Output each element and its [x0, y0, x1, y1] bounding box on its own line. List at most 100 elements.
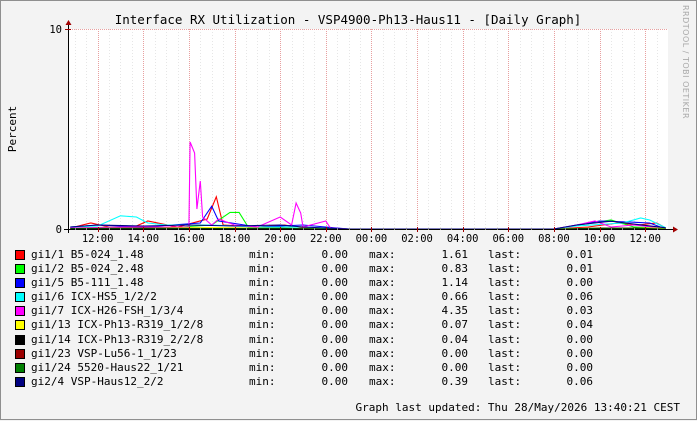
legend-swatch — [15, 292, 25, 303]
legend-max-value: 0.66 — [441, 290, 469, 304]
x-tick-label: 18:00 — [219, 233, 251, 245]
legend-max-value: 0.39 — [441, 374, 469, 388]
rrdtool-watermark: RRDTOOL / TOBI OETIKER — [681, 5, 690, 120]
legend-last-label: last: — [488, 360, 522, 374]
legend-min-label: min: — [249, 346, 276, 360]
legend-last-value: 0.00 — [566, 360, 594, 374]
legend-last-value: 0.01 — [566, 262, 594, 276]
x-tick-label: 04:00 — [447, 233, 479, 245]
legend-max-label: max: — [369, 318, 396, 332]
legend-last-label: last: — [488, 276, 522, 290]
legend-min-label: min: — [249, 304, 276, 318]
legend-min-label: min: — [249, 332, 276, 346]
legend-last-value: 0.06 — [566, 374, 594, 388]
graph-frame: Interface RX Utilization - VSP4900-Ph13-… — [0, 0, 697, 420]
legend-max-value: 0.00 — [441, 360, 469, 374]
legend-max-label: max: — [369, 276, 396, 290]
legend-last-label: last: — [488, 290, 522, 304]
legend-max-label: max: — [369, 248, 396, 261]
legend-series-name: gi1/5 B5-111_1.48 — [31, 276, 144, 290]
legend-last-label: last: — [488, 248, 522, 261]
legend-last-label: last: — [488, 304, 522, 318]
legend-series-name: gi1/24 5520-Haus22_1/21 — [31, 360, 184, 374]
legend-last-label: last: — [488, 374, 522, 388]
legend-last-value: 0.06 — [566, 290, 594, 304]
legend-max-value: 0.04 — [441, 332, 469, 346]
legend-last-label: last: — [488, 346, 522, 360]
legend-swatch — [15, 348, 25, 359]
legend-min-label: min: — [249, 318, 276, 332]
legend-swatch — [15, 320, 25, 331]
x-tick-label: 02:00 — [401, 233, 433, 245]
y-axis-label: Percent — [6, 106, 19, 152]
legend-max-label: max: — [369, 290, 396, 304]
legend-min-label: min: — [249, 360, 276, 374]
legend-last-value: 0.00 — [566, 276, 594, 290]
legend-max-label: max: — [369, 346, 396, 360]
x-tick-label: 06:00 — [492, 233, 524, 245]
legend-min-value: 0.00 — [321, 332, 349, 346]
legend-min-label: min: — [249, 248, 276, 261]
legend-min-value: 0.00 — [321, 374, 349, 388]
legend-max-value: 0.83 — [441, 262, 469, 276]
legend-last-value: 0.04 — [566, 318, 594, 332]
legend-series-name: gi1/2 B5-024_2.48 — [31, 262, 144, 276]
legend-min-label: min: — [249, 290, 276, 304]
x-tick-label: 12:00 — [82, 233, 114, 245]
legend-min-label: min: — [249, 276, 276, 290]
legend-series-name: gi1/13 ICX-Ph13-R319_1/2/8 — [31, 318, 204, 332]
y-axis-arrow — [65, 20, 72, 25]
legend-min-value: 0.00 — [321, 318, 349, 332]
legend-last-label: last: — [488, 318, 522, 332]
legend-min-value: 0.00 — [321, 290, 349, 304]
legend-swatch — [15, 250, 25, 260]
legend-last-value: 0.03 — [566, 304, 594, 318]
legend-series-name: gi1/7 ICX-H26-FSH_1/3/4 — [31, 304, 184, 318]
legend-max-value: 1.14 — [441, 276, 469, 290]
x-tick-label: 08:00 — [538, 233, 570, 245]
x-tick-label: 22:00 — [310, 233, 342, 245]
x-tick-label: 00:00 — [356, 233, 388, 245]
legend-min-label: min: — [249, 262, 276, 276]
legend-max-label: max: — [369, 360, 396, 374]
legend-max-label: max: — [369, 374, 396, 388]
x-tick-label: 20:00 — [264, 233, 296, 245]
legend-min-value: 0.00 — [321, 248, 349, 261]
x-tick-label: 16:00 — [173, 233, 205, 245]
legend-swatch — [15, 362, 25, 373]
legend-last-label: last: — [488, 262, 522, 276]
legend-max-label: max: — [369, 262, 396, 276]
y-tick-label: 0 — [56, 224, 62, 236]
legend-swatch — [15, 376, 25, 387]
chart-title: Interface RX Utilization - VSP4900-Ph13-… — [115, 12, 582, 27]
legend-last-value: 0.00 — [566, 346, 594, 360]
legend-last-value: 0.00 — [566, 332, 594, 346]
legend-swatch — [15, 264, 25, 275]
legend-series-name: gi2/4 VSP-Haus12_2/2 — [31, 374, 164, 388]
x-axis-arrow — [673, 226, 678, 233]
legend-max-value: 4.35 — [441, 304, 469, 318]
legend-swatch — [15, 306, 25, 317]
legend-swatch — [15, 334, 25, 345]
legend-max-value: 0.00 — [441, 346, 469, 360]
x-tick-label: 10:00 — [584, 233, 616, 245]
last-updated-text: Graph last updated: Thu 28/May/2026 13:4… — [355, 401, 680, 414]
legend-series-name: gi1/14 ICX-Ph13-R319_2/2/8 — [31, 332, 204, 346]
y-tick-label: 10 — [49, 24, 62, 36]
legend-max-label: max: — [369, 304, 396, 318]
legend-max-value: 1.61 — [441, 248, 469, 261]
legend-last-label: last: — [488, 332, 522, 346]
legend-series-name: gi1/1 B5-024_1.48 — [31, 248, 144, 261]
legend-swatch — [15, 278, 25, 289]
legend-min-value: 0.00 — [321, 346, 349, 360]
legend-min-value: 0.00 — [321, 304, 349, 318]
legend-max-label: max: — [369, 332, 396, 346]
legend-min-value: 0.00 — [321, 360, 349, 374]
legend-min-label: min: — [249, 374, 276, 388]
x-tick-label: 14:00 — [127, 233, 159, 245]
legend-last-value: 0.01 — [566, 248, 594, 261]
legend-max-value: 0.07 — [441, 318, 469, 332]
legend-series-name: gi1/6 ICX-HS5_1/2/2 — [31, 290, 157, 304]
legend-min-value: 0.00 — [321, 276, 349, 290]
legend-series-name: gi1/23 VSP-Lu56-1_1/23 — [31, 346, 177, 360]
